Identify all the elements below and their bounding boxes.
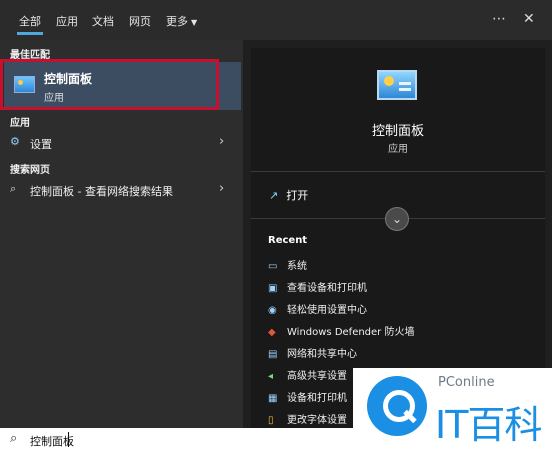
tab-documents[interactable]: 文档 bbox=[92, 13, 114, 29]
results-pane: 最佳匹配 控制面板 应用 应用 ⚙ 设置 › 搜索网页 ⌕ 控制面板 - 查看网… bbox=[0, 40, 243, 428]
open-label: 打开 bbox=[286, 189, 309, 202]
caret-down-icon: ▼ bbox=[191, 18, 198, 27]
detail-subtitle: 应用 bbox=[388, 144, 408, 155]
result-settings-label: 设置 bbox=[30, 138, 52, 151]
expand-button[interactable]: ⌄ bbox=[385, 207, 409, 231]
network-icon: ▤ bbox=[268, 349, 278, 360]
recent-item-label: 轻松使用设置中心 bbox=[287, 305, 367, 316]
recent-item[interactable]: ▭ 系统 bbox=[268, 257, 307, 275]
control-panel-large-icon bbox=[377, 70, 417, 100]
recent-item[interactable]: ▤ 网络和共享中心 bbox=[268, 345, 357, 363]
tab-apps[interactable]: 应用 bbox=[56, 13, 78, 29]
close-icon[interactable]: ✕ bbox=[523, 11, 535, 27]
recent-item[interactable]: ▯ 更改字体设置 bbox=[268, 411, 347, 429]
recent-item[interactable]: ◆ Windows Defender 防火墙 bbox=[268, 323, 414, 341]
accessibility-icon: ◉ bbox=[268, 305, 277, 316]
result-settings[interactable]: ⚙ 设置 › bbox=[0, 132, 243, 154]
tab-more[interactable]: 更多 ▼ bbox=[166, 13, 197, 29]
tab-web[interactable]: 网页 bbox=[129, 13, 151, 29]
detail-title: 控制面板 bbox=[371, 124, 424, 139]
recent-item-label: 设备和打印机 bbox=[287, 393, 347, 404]
recent-item[interactable]: ◉ 轻松使用设置中心 bbox=[268, 301, 367, 319]
open-icon: ↗ bbox=[269, 189, 279, 202]
tab-all[interactable]: 全部 bbox=[17, 13, 43, 35]
devices-icon: ▣ bbox=[268, 283, 278, 294]
apps-heading: 应用 bbox=[10, 118, 30, 129]
firewall-icon: ◆ bbox=[268, 327, 276, 338]
monitor-icon: ▭ bbox=[268, 261, 278, 272]
printer-icon: ▦ bbox=[268, 393, 278, 404]
watermark: PConline IT百科 bbox=[353, 368, 552, 452]
recent-item[interactable]: ▣ 查看设备和打印机 bbox=[268, 279, 367, 297]
more-options-icon[interactable]: ⋯ bbox=[492, 11, 506, 27]
recent-item-label: 查看设备和打印机 bbox=[287, 283, 367, 294]
search-scope-bar: 全部 应用 文档 网页 更多 ▼ ⋯ ✕ bbox=[0, 0, 552, 40]
chevron-right-icon[interactable]: › bbox=[219, 134, 224, 149]
tab-more-label: 更多 bbox=[166, 15, 188, 28]
recent-item-label: Windows Defender 防火墙 bbox=[287, 327, 415, 338]
web-heading: 搜索网页 bbox=[10, 165, 50, 176]
highlight-box bbox=[0, 59, 219, 110]
recent-item-label: 高级共享设置 bbox=[287, 371, 347, 382]
watermark-title: IT百科 bbox=[435, 403, 542, 447]
watermark-brand: PConline bbox=[438, 375, 495, 390]
search-icon: ⌕ bbox=[10, 182, 17, 195]
chevron-right-icon[interactable]: › bbox=[219, 181, 224, 196]
result-web-search[interactable]: ⌕ 控制面板 - 查看网络搜索结果 › bbox=[0, 179, 243, 201]
recent-item-label: 更改字体设置 bbox=[287, 415, 347, 426]
result-web-label: 控制面板 - 查看网络搜索结果 bbox=[30, 185, 173, 198]
recent-heading: Recent bbox=[268, 235, 308, 246]
recent-item[interactable]: ▦ 设备和打印机 bbox=[268, 389, 347, 407]
pconline-logo-icon bbox=[367, 376, 427, 436]
chevron-down-icon: ⌄ bbox=[391, 212, 403, 226]
divider bbox=[251, 171, 545, 172]
font-icon: ▯ bbox=[268, 415, 274, 426]
search-icon: ⌕ bbox=[10, 431, 18, 446]
recent-item-label: 网络和共享中心 bbox=[287, 349, 357, 360]
share-icon: ◂ bbox=[268, 371, 274, 382]
recent-item-label: 系统 bbox=[287, 261, 307, 272]
recent-item[interactable]: ◂ 高级共享设置 bbox=[268, 367, 347, 385]
gear-icon: ⚙ bbox=[10, 135, 20, 148]
open-action[interactable]: ↗ 打开 bbox=[269, 187, 308, 203]
text-cursor bbox=[68, 432, 69, 447]
